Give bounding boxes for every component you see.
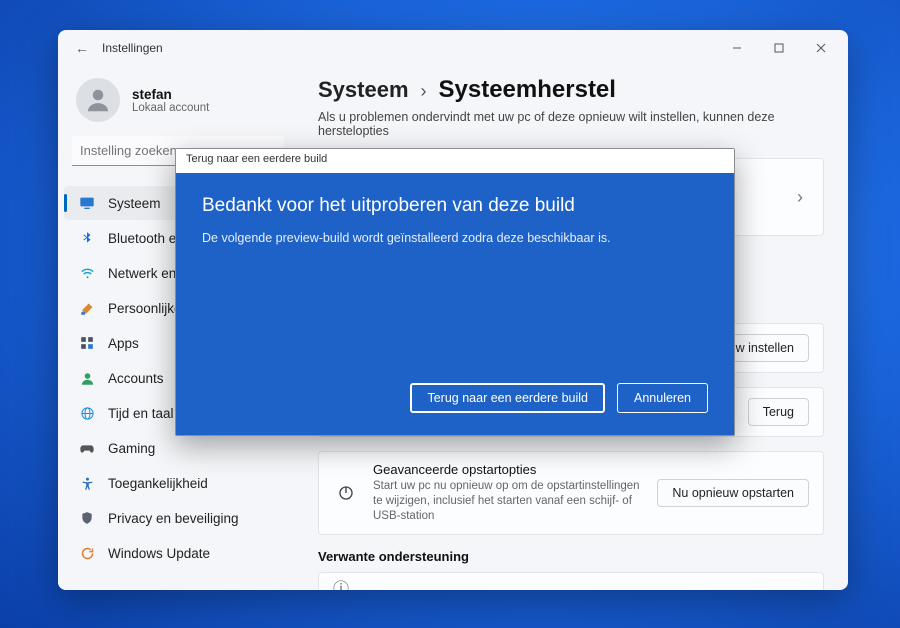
titlebar: ← Instellingen xyxy=(58,30,848,66)
dialog-title: Terug naar een eerdere build xyxy=(176,149,734,173)
apps-icon xyxy=(78,334,96,352)
page-title: Systeemherstel xyxy=(439,76,616,104)
brush-icon xyxy=(78,299,96,317)
go-back-confirm-button[interactable]: Terug naar een eerdere build xyxy=(410,383,605,413)
power-icon xyxy=(333,484,359,502)
sidebar-item-privacy[interactable]: Privacy en beveiliging xyxy=(64,501,292,535)
sidebar-item-label: Tijd en taal xyxy=(108,406,174,421)
sidebar-item-label: Bluetooth en xyxy=(108,231,184,246)
sidebar-item-gaming[interactable]: Gaming xyxy=(64,431,292,465)
user-account-type: Lokaal account xyxy=(132,102,209,114)
sidebar-item-label: Gaming xyxy=(108,441,155,456)
dialog-go-back: Terug naar een eerdere build Bedankt voo… xyxy=(175,148,735,436)
minimize-button[interactable] xyxy=(716,34,758,62)
cancel-button[interactable]: Annuleren xyxy=(617,383,708,413)
sidebar-item-label: Accounts xyxy=(108,371,164,386)
accessibility-icon xyxy=(78,474,96,492)
restart-now-button[interactable]: Nu opnieuw opstarten xyxy=(657,479,809,507)
maximize-button[interactable] xyxy=(758,34,800,62)
sidebar-item-accessibility[interactable]: Toegankelijkheid xyxy=(64,466,292,500)
go-back-button[interactable]: Terug xyxy=(748,398,809,426)
display-icon xyxy=(78,194,96,212)
gamepad-icon xyxy=(78,439,96,457)
card-title: Geavanceerde opstartopties xyxy=(373,462,643,477)
breadcrumb: Systeem › Systeemherstel xyxy=(318,76,824,104)
sidebar-item-label: Netwerk en i xyxy=(108,266,183,281)
card-description: Start uw pc nu opnieuw op om de opstarti… xyxy=(373,479,643,524)
dialog-body-text: De volgende preview-build wordt geïnstal… xyxy=(202,231,708,245)
update-icon xyxy=(78,544,96,562)
sidebar-item-label: Windows Update xyxy=(108,546,210,561)
shield-icon xyxy=(78,509,96,527)
sidebar-item-label: Persoonlijke xyxy=(108,301,182,316)
profile-block[interactable]: stefan Lokaal account xyxy=(58,72,298,136)
chevron-right-icon: › xyxy=(421,81,427,102)
sidebar-item-label: Toegankelijkheid xyxy=(108,476,208,491)
sidebar-item-label: Privacy en beveiliging xyxy=(108,511,239,526)
avatar xyxy=(76,78,120,122)
section-heading-related: Verwante ondersteuning xyxy=(318,549,824,564)
back-button[interactable]: ← xyxy=(70,40,94,56)
chevron-right-icon: › xyxy=(791,187,809,208)
page-description: Als u problemen ondervindt met uw pc of … xyxy=(318,110,824,138)
card-related-support[interactable]: ⓘ xyxy=(318,572,824,590)
sidebar-item-windows-update[interactable]: Windows Update xyxy=(64,536,292,570)
help-icon: ⓘ xyxy=(333,575,349,590)
bluetooth-icon xyxy=(78,229,96,247)
dialog-heading: Bedankt voor het uitproberen van deze bu… xyxy=(202,195,708,217)
user-name: stefan xyxy=(132,87,209,102)
person-icon xyxy=(78,369,96,387)
globe-icon xyxy=(78,404,96,422)
sidebar-item-label: Systeem xyxy=(108,196,161,211)
card-advanced-startup: Geavanceerde opstartopties Start uw pc n… xyxy=(318,451,824,535)
breadcrumb-parent[interactable]: Systeem xyxy=(318,77,409,103)
sidebar-item-label: Apps xyxy=(108,336,139,351)
wifi-icon xyxy=(78,264,96,282)
close-button[interactable] xyxy=(800,34,842,62)
window-title: Instellingen xyxy=(102,41,163,55)
